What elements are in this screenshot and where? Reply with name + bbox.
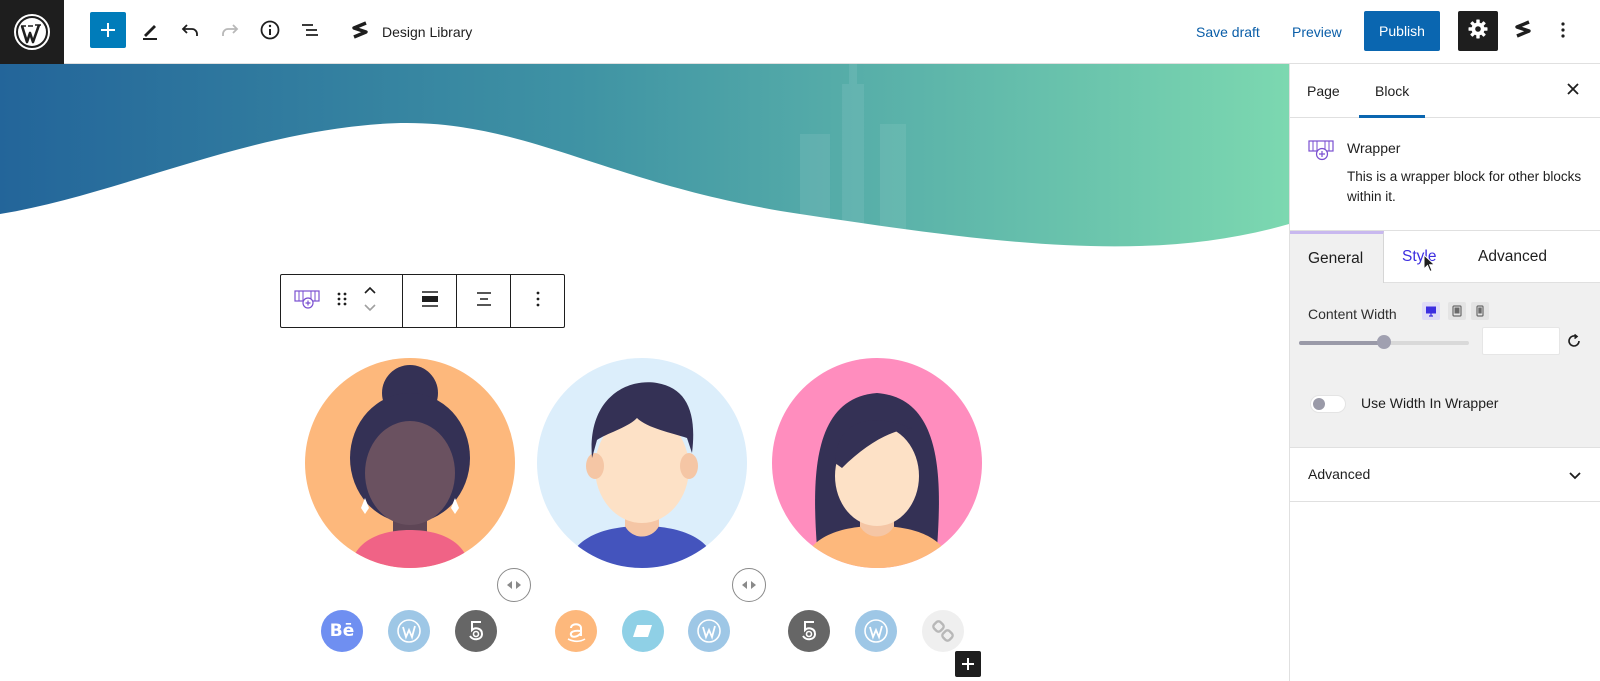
gear-icon — [1467, 18, 1489, 45]
design-library-button[interactable]: Design Library — [350, 14, 472, 50]
tab-advanced[interactable]: Advanced — [1478, 231, 1547, 283]
align-full-icon — [420, 289, 440, 314]
block-description: This is a wrapper block for other blocks… — [1347, 169, 1582, 204]
advanced-panel-title: Advanced — [1308, 466, 1371, 482]
use-width-label: Use Width In Wrapper — [1361, 395, 1499, 411]
tab-block[interactable]: Block — [1359, 64, 1426, 118]
block-align-button[interactable] — [403, 275, 457, 327]
more-vertical-icon — [1552, 19, 1574, 46]
man-avatar[interactable] — [537, 358, 747, 568]
redo-icon — [219, 19, 241, 46]
woman-bun-avatar[interactable] — [305, 358, 515, 568]
sidebar-tabs: Page Block — [1290, 64, 1600, 118]
list-view-button[interactable] — [292, 14, 328, 50]
list-view-icon — [299, 19, 321, 46]
close-icon — [1566, 82, 1580, 101]
tablet-icon[interactable] — [1448, 302, 1466, 320]
save-draft-button[interactable]: Save draft — [1196, 14, 1260, 50]
content-width-label: Content Width — [1308, 306, 1397, 322]
editor-toolbar: Design Library Save draft Preview Publis… — [0, 0, 1600, 64]
wordpress-logo-icon[interactable] — [0, 0, 64, 64]
use-width-toggle[interactable] — [1310, 395, 1346, 413]
pencil-icon — [139, 19, 161, 46]
undo-button[interactable] — [172, 14, 208, 50]
details-button[interactable] — [252, 14, 288, 50]
woman-long-hair-avatar[interactable] — [772, 358, 982, 568]
slider-thumb[interactable] — [1377, 335, 1391, 349]
mouse-cursor-icon — [1423, 253, 1437, 279]
content-width-slider[interactable] — [1299, 335, 1469, 349]
vimeo-icon[interactable] — [622, 610, 664, 652]
undo-icon — [179, 19, 201, 46]
drag-handle-icon[interactable] — [336, 290, 348, 313]
settings-sidebar: Page Block Wrapper This is a wrapper blo… — [1289, 64, 1600, 681]
wrapper-block-icon — [1308, 138, 1336, 167]
hero-wave-background — [0, 64, 1289, 247]
options-button[interactable] — [1545, 14, 1581, 50]
redo-button[interactable] — [212, 14, 248, 50]
link-icon[interactable] — [922, 610, 964, 652]
edit-tools-button[interactable] — [132, 14, 168, 50]
stackable-settings-button[interactable] — [1505, 14, 1541, 50]
block-title: Wrapper — [1347, 140, 1401, 156]
slider-fill — [1299, 341, 1384, 345]
tab-general[interactable]: General — [1290, 231, 1384, 283]
info-icon — [259, 19, 281, 46]
align-center-icon — [474, 289, 494, 314]
500px-icon[interactable] — [788, 610, 830, 652]
wordpress-icon[interactable] — [855, 610, 897, 652]
editor-canvas[interactable]: Bē — [0, 64, 1289, 681]
content-align-button[interactable] — [457, 275, 511, 327]
design-library-label: Design Library — [382, 24, 473, 40]
tab-page[interactable]: Page — [1307, 64, 1340, 118]
toggle-knob — [1313, 398, 1325, 410]
reset-icon[interactable] — [1566, 333, 1582, 354]
behance-icon[interactable]: Bē — [321, 610, 363, 652]
column-resize-handle[interactable] — [497, 568, 531, 602]
advanced-panel-toggle[interactable]: Advanced — [1290, 448, 1600, 502]
desktop-icon[interactable] — [1422, 302, 1440, 320]
stackable-logo-icon — [350, 20, 370, 45]
wordpress-icon[interactable] — [688, 610, 730, 652]
preview-button[interactable]: Preview — [1292, 14, 1342, 50]
wrapper-block-icon — [294, 288, 322, 315]
move-up-down-icon[interactable] — [362, 284, 378, 319]
500px-icon[interactable] — [455, 610, 497, 652]
publish-button[interactable]: Publish — [1364, 11, 1440, 51]
general-panel: Content Width Use Width In Wrapper — [1290, 283, 1600, 448]
close-sidebar-button[interactable] — [1560, 78, 1586, 104]
content-width-input[interactable] — [1482, 327, 1560, 355]
block-options-button[interactable] — [511, 275, 564, 327]
block-toolbar — [280, 274, 565, 328]
chevron-down-icon — [1568, 468, 1582, 486]
wordpress-icon[interactable] — [388, 610, 430, 652]
inspector-tabs: General Style Advanced — [1290, 231, 1600, 283]
stackable-logo-icon — [1513, 19, 1533, 46]
settings-button[interactable] — [1458, 11, 1498, 51]
more-vertical-icon — [530, 289, 546, 314]
block-type-switcher[interactable] — [281, 275, 403, 327]
block-appender-button[interactable] — [955, 651, 981, 677]
column-resize-handle[interactable] — [732, 568, 766, 602]
add-block-button[interactable] — [90, 12, 126, 48]
amazon-icon[interactable] — [555, 610, 597, 652]
block-card: Wrapper This is a wrapper block for othe… — [1290, 118, 1600, 231]
mobile-icon[interactable] — [1471, 302, 1489, 320]
